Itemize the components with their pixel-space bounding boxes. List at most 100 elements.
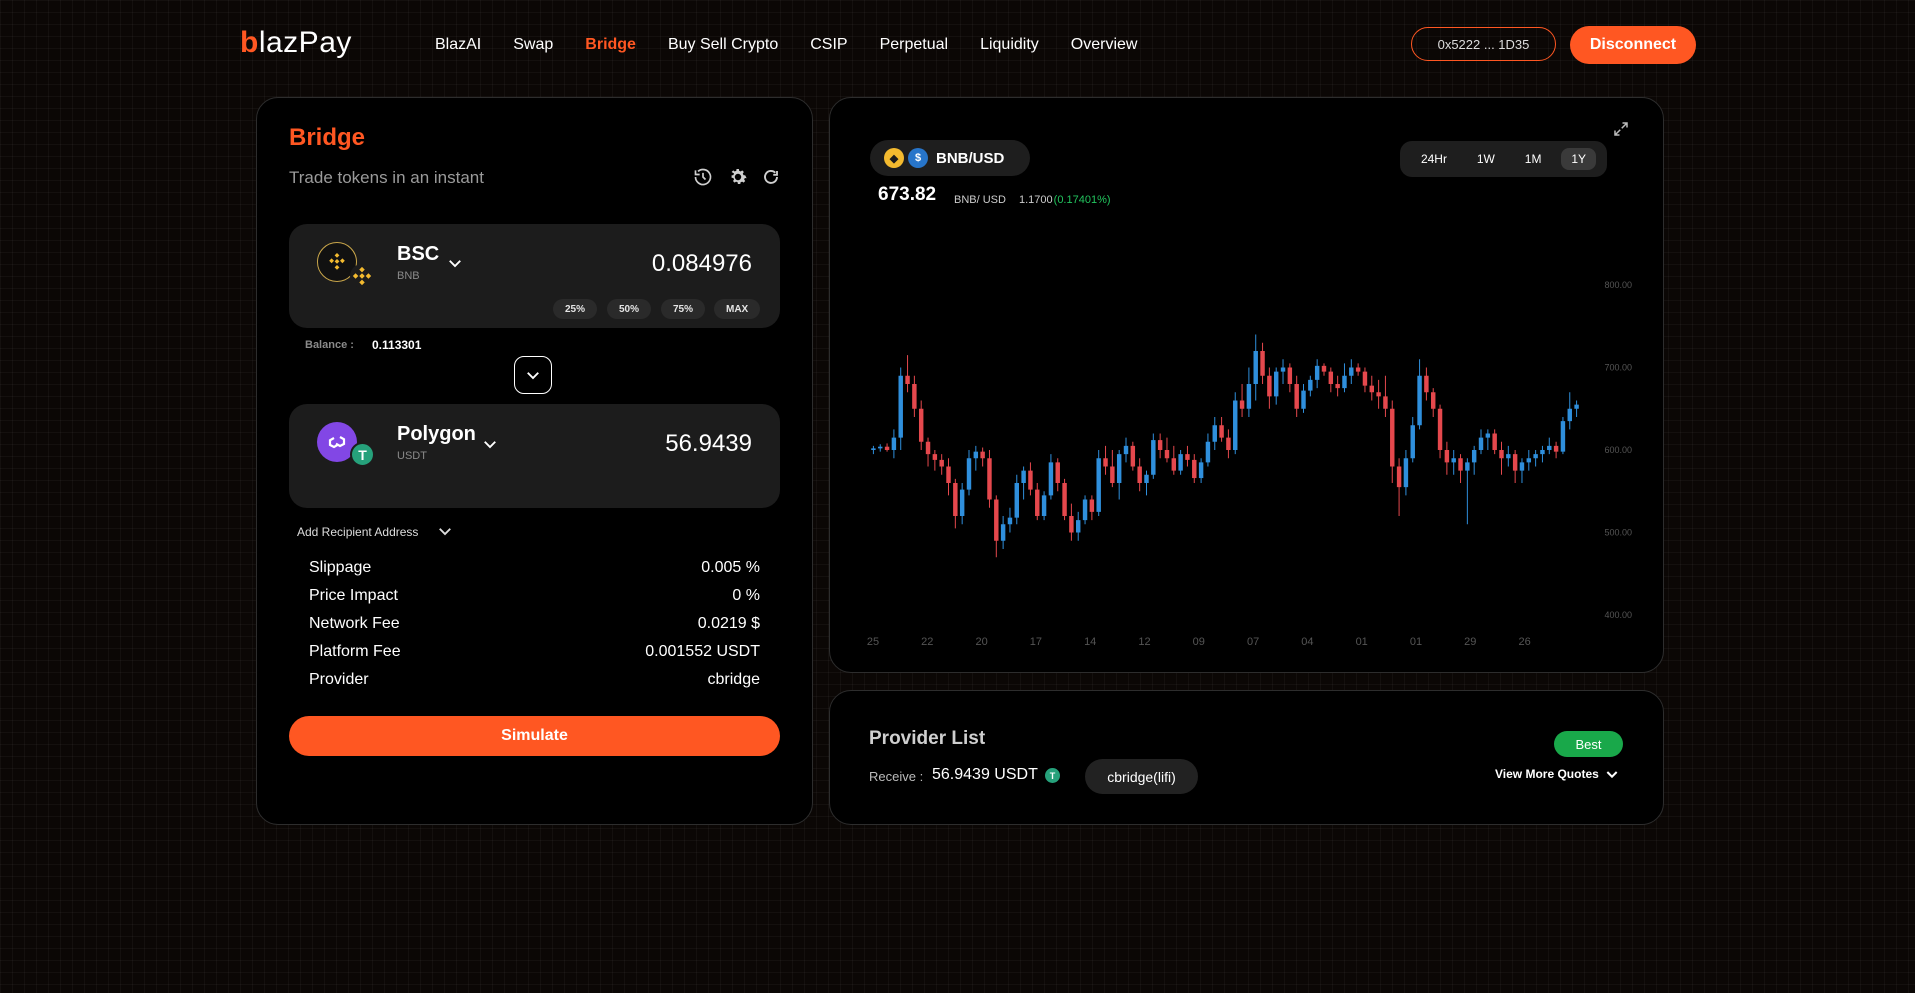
x-tick-label: 14	[1084, 636, 1096, 648]
candle-body	[1226, 437, 1231, 450]
blazpay-logo[interactable]: b lazPay	[240, 26, 352, 60]
candle-body	[1280, 367, 1286, 372]
candle-body	[1014, 483, 1019, 518]
pct-25-button[interactable]: 25%	[553, 299, 598, 319]
candle-body	[1342, 375, 1347, 389]
timeframe-24hr[interactable]: 24Hr	[1411, 148, 1457, 170]
candle-body	[1458, 458, 1463, 471]
usd-coin-icon: $	[908, 148, 928, 168]
candle-body	[1376, 392, 1381, 397]
bridge-title: Bridge	[289, 124, 366, 151]
wallet-address-button[interactable]: 0x5222 ... 1D35	[1411, 27, 1556, 61]
candle-body	[1471, 450, 1477, 463]
receive-label: Receive :	[869, 769, 924, 784]
nav-item-buy-sell-crypto[interactable]: Buy Sell Crypto	[668, 36, 778, 54]
candle-body	[1465, 462, 1470, 471]
timeframe-1w[interactable]: 1W	[1467, 148, 1505, 170]
candle-body	[1246, 384, 1252, 409]
to-chain-name: Polygon	[397, 423, 476, 445]
price-change: 1.1700 (0.17401%)	[1019, 194, 1111, 206]
view-more-quotes-link[interactable]: View More Quotes	[1495, 767, 1599, 781]
candle-body	[1294, 384, 1299, 409]
candle-body	[912, 384, 917, 409]
chevron-down-icon[interactable]	[1604, 766, 1620, 787]
candle-body	[1076, 520, 1081, 533]
chevron-down-icon[interactable]	[436, 522, 454, 545]
x-tick-label: 17	[1030, 636, 1042, 648]
candle-body	[1301, 390, 1306, 409]
candle-body	[1233, 400, 1238, 450]
candle-body	[1512, 454, 1518, 471]
chevron-down-icon	[527, 372, 539, 380]
candle-body	[1410, 425, 1415, 459]
candle-body	[891, 437, 897, 450]
provider-chip[interactable]: cbridge(lifi)	[1085, 759, 1198, 794]
receive-value: 56.9439 USDT	[932, 766, 1038, 783]
pair-label: BNB/USD	[936, 149, 1005, 167]
from-amount-input[interactable]: 0.084976	[580, 250, 752, 278]
candle-body	[1451, 458, 1456, 463]
candle-body	[1123, 445, 1129, 455]
candle-body	[1287, 367, 1293, 384]
candle-body	[1164, 450, 1170, 459]
x-tick-label: 12	[1138, 636, 1150, 648]
price-impact-value: 0 %	[732, 587, 760, 604]
x-tick-label: 26	[1518, 636, 1530, 648]
bnb-coin-icon: ◆	[884, 148, 904, 168]
candle-body	[1205, 441, 1211, 463]
candle-body	[1116, 454, 1122, 483]
refresh-icon[interactable]	[760, 166, 782, 188]
candle-body	[1390, 408, 1395, 467]
nav-item-csip[interactable]: CSIP	[810, 36, 847, 54]
candle-body	[1321, 365, 1327, 372]
candlestick-chart: 800.00 700.00 600.00 500.00 400.00 25 22 20 17 14…	[867, 280, 1632, 648]
candle-body	[1096, 458, 1101, 512]
candle-body	[932, 454, 938, 460]
candle-body	[959, 489, 965, 516]
candle-body	[1383, 396, 1388, 409]
swap-direction-button[interactable]	[514, 356, 552, 394]
gear-icon[interactable]	[727, 166, 749, 188]
candle-body	[1478, 437, 1484, 450]
pct-50-button[interactable]: 50%	[607, 299, 652, 319]
x-tick-label: 01	[1410, 636, 1422, 648]
pct-max-button[interactable]: MAX	[714, 299, 761, 319]
candle-body	[973, 451, 979, 459]
candle-body	[1485, 433, 1491, 438]
nav-item-perpetual[interactable]: Perpetual	[880, 36, 949, 54]
add-recipient-toggle[interactable]: Add Recipient Address	[297, 525, 418, 539]
candle-body	[1403, 458, 1409, 488]
candle-body	[1055, 462, 1060, 483]
simulate-button[interactable]: Simulate	[289, 716, 780, 756]
price-change-abs: 1.1700	[1019, 194, 1053, 206]
nav-item-overview[interactable]: Overview	[1071, 36, 1138, 54]
disconnect-button[interactable]: Disconnect	[1570, 26, 1696, 64]
candle-body	[1362, 371, 1368, 386]
candle-body	[1021, 470, 1026, 483]
candle-body	[1417, 375, 1422, 426]
nav-item-bridge[interactable]: Bridge	[585, 36, 636, 54]
nav-item-blazai[interactable]: BlazAI	[435, 36, 481, 54]
candle-body	[878, 446, 883, 449]
candle-body	[1526, 458, 1532, 463]
pair-selector[interactable]: ◆ $ BNB/USD	[870, 140, 1030, 176]
candle-body	[1185, 454, 1190, 460]
candle-body	[1355, 367, 1361, 372]
nav-item-liquidity[interactable]: Liquidity	[980, 36, 1039, 54]
timeframe-1y[interactable]: 1Y	[1561, 148, 1597, 170]
candle-body	[1035, 489, 1040, 516]
price-impact-label: Price Impact	[309, 587, 398, 604]
candle-body	[1130, 445, 1136, 467]
pct-75-button[interactable]: 75%	[661, 299, 706, 319]
expand-icon[interactable]	[1612, 120, 1630, 143]
history-icon[interactable]	[692, 166, 714, 188]
timeframe-1m[interactable]: 1M	[1515, 148, 1552, 170]
nav-item-swap[interactable]: Swap	[513, 36, 553, 54]
slippage-label: Slippage	[309, 559, 372, 576]
candle-body	[1560, 421, 1566, 452]
current-price: 673.82	[878, 184, 937, 205]
chevron-down-icon[interactable]	[446, 254, 464, 277]
provider-label: Provider	[309, 671, 369, 688]
chevron-down-icon[interactable]	[481, 435, 499, 458]
candle-body	[898, 375, 903, 438]
